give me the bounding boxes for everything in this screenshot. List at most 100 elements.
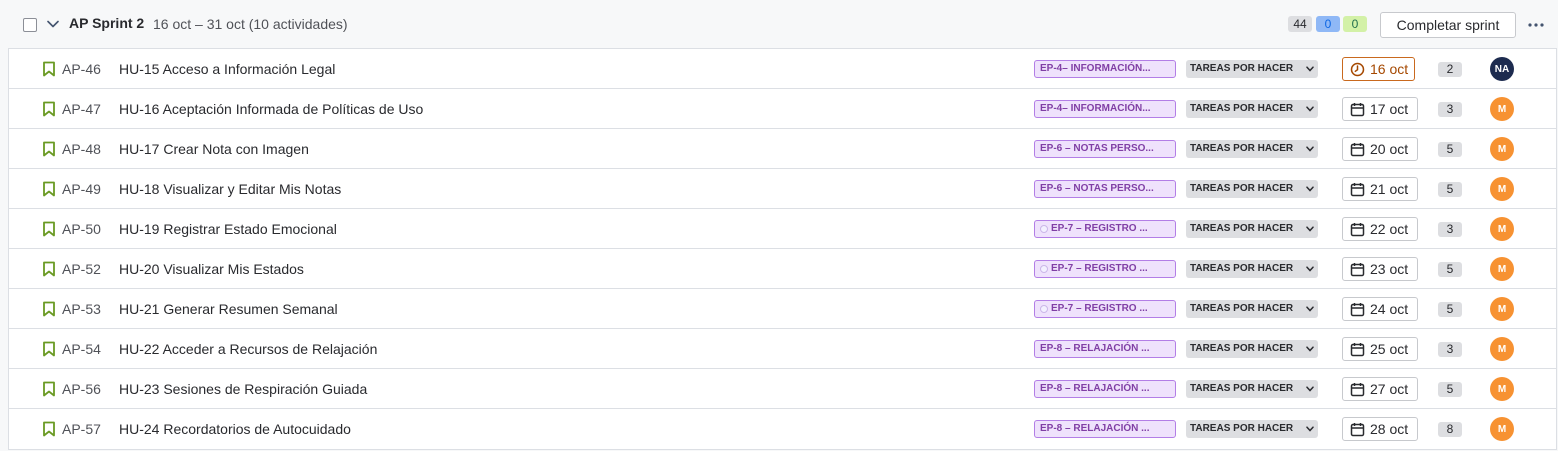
complete-sprint-button[interactable]: Completar sprint (1380, 12, 1516, 38)
issue-key[interactable]: AP-57 (62, 421, 101, 437)
due-date[interactable]: 16 oct (1342, 57, 1415, 81)
issue-summary[interactable]: HU-18 Visualizar y Editar Mis Notas (119, 181, 341, 197)
due-date[interactable]: 21 oct (1342, 177, 1418, 201)
due-date[interactable]: 23 oct (1342, 257, 1418, 281)
story-points-badge[interactable]: 5 (1438, 382, 1462, 397)
issue-row[interactable]: AP-57 HU-24 Recordatorios de Autocuidado… (9, 409, 1556, 449)
story-points-badge[interactable]: 5 (1438, 262, 1462, 277)
assignee-avatar[interactable]: M (1490, 417, 1514, 441)
issue-summary[interactable]: HU-16 Aceptación Informada de Políticas … (119, 101, 423, 117)
epic-lozenge[interactable]: EP-4– INFORMACIÓN... (1034, 100, 1176, 118)
issue-row[interactable]: AP-50 HU-19 Registrar Estado Emocional E… (9, 209, 1556, 249)
calendar-icon (1350, 142, 1365, 157)
issue-key[interactable]: AP-50 (62, 221, 101, 237)
status-dropdown[interactable]: TAREAS POR HACER (1186, 260, 1318, 278)
due-date[interactable]: 27 oct (1342, 377, 1418, 401)
status-dropdown[interactable]: TAREAS POR HACER (1186, 140, 1318, 158)
status-dropdown[interactable]: TAREAS POR HACER (1186, 220, 1318, 238)
status-dropdown[interactable]: TAREAS POR HACER (1186, 300, 1318, 318)
story-bookmark-icon (42, 381, 56, 397)
chevron-down-icon (1306, 66, 1314, 72)
status-dropdown[interactable]: TAREAS POR HACER (1186, 60, 1318, 78)
issue-summary[interactable]: HU-19 Registrar Estado Emocional (119, 221, 337, 237)
issue-row[interactable]: AP-56 HU-23 Sesiones de Respiración Guia… (9, 369, 1556, 409)
assignee-avatar[interactable]: NA (1490, 57, 1514, 81)
sprint-header: AP Sprint 2 16 oct – 31 oct (10 activida… (0, 0, 1558, 48)
epic-label: EP-7 – REGISTRO ... (1051, 303, 1148, 314)
story-bookmark-icon (42, 101, 56, 117)
issue-row[interactable]: AP-49 HU-18 Visualizar y Editar Mis Nota… (9, 169, 1556, 209)
story-points-badge[interactable]: 2 (1438, 62, 1462, 77)
issue-key[interactable]: AP-56 (62, 381, 101, 397)
issue-summary[interactable]: HU-15 Acceso a Información Legal (119, 61, 335, 77)
issue-row[interactable]: AP-52 HU-20 Visualizar Mis Estados EP-7 … (9, 249, 1556, 289)
issue-summary[interactable]: HU-20 Visualizar Mis Estados (119, 261, 304, 277)
issue-key[interactable]: AP-49 (62, 181, 101, 197)
status-dropdown[interactable]: TAREAS POR HACER (1186, 380, 1318, 398)
due-date[interactable]: 25 oct (1342, 337, 1418, 361)
calendar-icon (1350, 382, 1365, 397)
assignee-avatar[interactable]: M (1490, 177, 1514, 201)
issue-summary[interactable]: HU-23 Sesiones de Respiración Guiada (119, 381, 367, 397)
collapse-chevron-icon[interactable] (45, 15, 61, 33)
issue-row[interactable]: AP-48 HU-17 Crear Nota con Imagen EP-6 –… (9, 129, 1556, 169)
story-points-badge[interactable]: 3 (1438, 342, 1462, 357)
calendar-icon (1350, 422, 1365, 437)
issue-key[interactable]: AP-54 (62, 341, 101, 357)
more-actions-icon[interactable] (1524, 12, 1548, 38)
calendar-icon (1350, 302, 1365, 317)
issue-summary[interactable]: HU-24 Recordatorios de Autocuidado (119, 421, 351, 437)
assignee-avatar[interactable]: M (1490, 137, 1514, 161)
story-points-badge[interactable]: 5 (1438, 142, 1462, 157)
issue-key[interactable]: AP-53 (62, 301, 101, 317)
epic-lozenge[interactable]: EP-7 – REGISTRO ... (1034, 260, 1176, 278)
epic-lozenge[interactable]: EP-4– INFORMACIÓN... (1034, 60, 1176, 78)
status-dropdown[interactable]: TAREAS POR HACER (1186, 180, 1318, 198)
status-label: TAREAS POR HACER (1190, 343, 1294, 354)
issue-row[interactable]: AP-46 HU-15 Acceso a Información Legal E… (9, 49, 1556, 89)
epic-lozenge[interactable]: EP-7 – REGISTRO ... (1034, 300, 1176, 318)
story-points-badge[interactable]: 3 (1438, 102, 1462, 117)
status-dropdown[interactable]: TAREAS POR HACER (1186, 420, 1318, 438)
story-points-badge[interactable]: 5 (1438, 182, 1462, 197)
issue-row[interactable]: AP-53 HU-21 Generar Resumen Semanal EP-7… (9, 289, 1556, 329)
assignee-avatar[interactable]: M (1490, 377, 1514, 401)
due-date[interactable]: 24 oct (1342, 297, 1418, 321)
due-date[interactable]: 20 oct (1342, 137, 1418, 161)
due-date-label: 28 oct (1370, 421, 1409, 437)
story-points-badge[interactable]: 5 (1438, 302, 1462, 317)
epic-lozenge[interactable]: EP-8 – RELAJACIÓN ... (1034, 380, 1176, 398)
calendar-icon (1350, 222, 1365, 237)
epic-lozenge[interactable]: EP-7 – REGISTRO ... (1034, 220, 1176, 238)
assignee-avatar[interactable]: M (1490, 97, 1514, 121)
status-dropdown[interactable]: TAREAS POR HACER (1186, 340, 1318, 358)
issue-row[interactable]: AP-54 HU-22 Acceder a Recursos de Relaja… (9, 329, 1556, 369)
issue-row[interactable]: AP-47 HU-16 Aceptación Informada de Polí… (9, 89, 1556, 129)
assignee-avatar[interactable]: M (1490, 217, 1514, 241)
epic-lozenge[interactable]: EP-8 – RELAJACIÓN ... (1034, 420, 1176, 438)
epic-lozenge[interactable]: EP-6 – NOTAS PERSO... (1034, 180, 1176, 198)
assignee-avatar[interactable]: M (1490, 337, 1514, 361)
epic-lozenge[interactable]: EP-6 – NOTAS PERSO... (1034, 140, 1176, 158)
epic-lozenge[interactable]: EP-8 – RELAJACIÓN ... (1034, 340, 1176, 358)
issue-key[interactable]: AP-47 (62, 101, 101, 117)
chevron-down-icon (1306, 346, 1314, 352)
due-date[interactable]: 17 oct (1342, 97, 1418, 121)
issue-summary[interactable]: HU-21 Generar Resumen Semanal (119, 301, 338, 317)
issue-key[interactable]: AP-52 (62, 261, 101, 277)
issue-summary[interactable]: HU-17 Crear Nota con Imagen (119, 141, 309, 157)
story-points-badge[interactable]: 3 (1438, 222, 1462, 237)
chevron-down-icon (1306, 146, 1314, 152)
sprint-title: AP Sprint 2 (69, 15, 145, 31)
issue-summary[interactable]: HU-22 Acceder a Recursos de Relajación (119, 341, 377, 357)
issue-key[interactable]: AP-48 (62, 141, 101, 157)
assignee-avatar[interactable]: M (1490, 257, 1514, 281)
status-label: TAREAS POR HACER (1190, 63, 1294, 74)
issue-key[interactable]: AP-46 (62, 61, 101, 77)
sprint-select-checkbox[interactable] (23, 18, 37, 32)
story-points-badge[interactable]: 8 (1438, 422, 1462, 437)
assignee-avatar[interactable]: M (1490, 297, 1514, 321)
due-date[interactable]: 28 oct (1342, 417, 1418, 441)
due-date[interactable]: 22 oct (1342, 217, 1418, 241)
status-dropdown[interactable]: TAREAS POR HACER (1186, 100, 1318, 118)
